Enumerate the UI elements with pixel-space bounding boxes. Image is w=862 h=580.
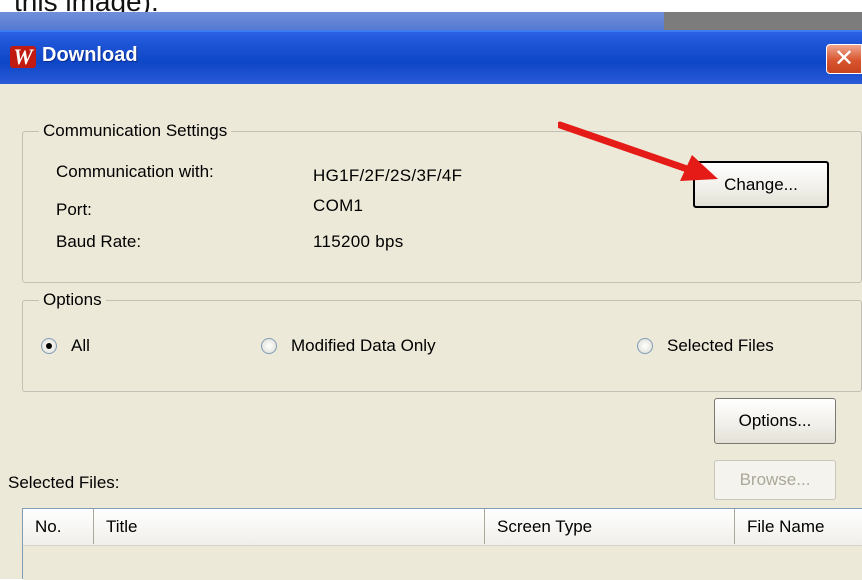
column-header-screen-type[interactable]: Screen Type bbox=[485, 509, 735, 544]
column-header-title[interactable]: Title bbox=[94, 509, 485, 544]
radio-all-label[interactable]: All bbox=[71, 336, 90, 356]
app-logo-icon: W bbox=[10, 46, 36, 68]
communication-with-label: Communication with: bbox=[56, 162, 214, 181]
baud-rate-label: Baud Rate: bbox=[56, 232, 142, 251]
column-header-no[interactable]: No. bbox=[23, 509, 94, 544]
communication-with-value: HG1F/2F/2S/3F/4F bbox=[313, 166, 463, 185]
column-header-file-name[interactable]: File Name bbox=[735, 509, 862, 544]
communication-settings-legend: Communication Settings bbox=[39, 121, 232, 141]
options-button[interactable]: Options... bbox=[714, 398, 836, 444]
port-label: Port: bbox=[56, 200, 92, 219]
download-dialog: W Download ✕ Communication Settings Comm… bbox=[0, 30, 862, 580]
browse-button[interactable]: Browse... bbox=[714, 460, 836, 500]
radio-modified-data-only[interactable] bbox=[261, 338, 277, 354]
options-legend: Options bbox=[39, 290, 106, 310]
titlebar[interactable]: W Download ✕ bbox=[0, 30, 862, 84]
options-group: Options All Modified Data Only Selected … bbox=[22, 290, 862, 392]
list-body[interactable] bbox=[23, 546, 862, 580]
communication-settings-group: Communication Settings Communication wit… bbox=[22, 121, 862, 283]
baud-rate-value: 115200 bps bbox=[313, 232, 404, 251]
list-header: No. Title Screen Type File Name bbox=[23, 509, 862, 546]
radio-modified-data-only-label[interactable]: Modified Data Only bbox=[291, 336, 436, 356]
selected-files-label: Selected Files: bbox=[8, 473, 120, 492]
radio-selected-files-label[interactable]: Selected Files bbox=[667, 336, 774, 356]
window-title: Download bbox=[42, 44, 138, 66]
radio-all[interactable] bbox=[41, 338, 57, 354]
annotation-arrow-icon bbox=[558, 121, 718, 181]
selected-files-list[interactable]: No. Title Screen Type File Name bbox=[22, 508, 862, 580]
port-value: COM1 bbox=[313, 196, 364, 215]
close-button[interactable]: ✕ bbox=[826, 44, 862, 74]
radio-selected-files[interactable] bbox=[637, 338, 653, 354]
